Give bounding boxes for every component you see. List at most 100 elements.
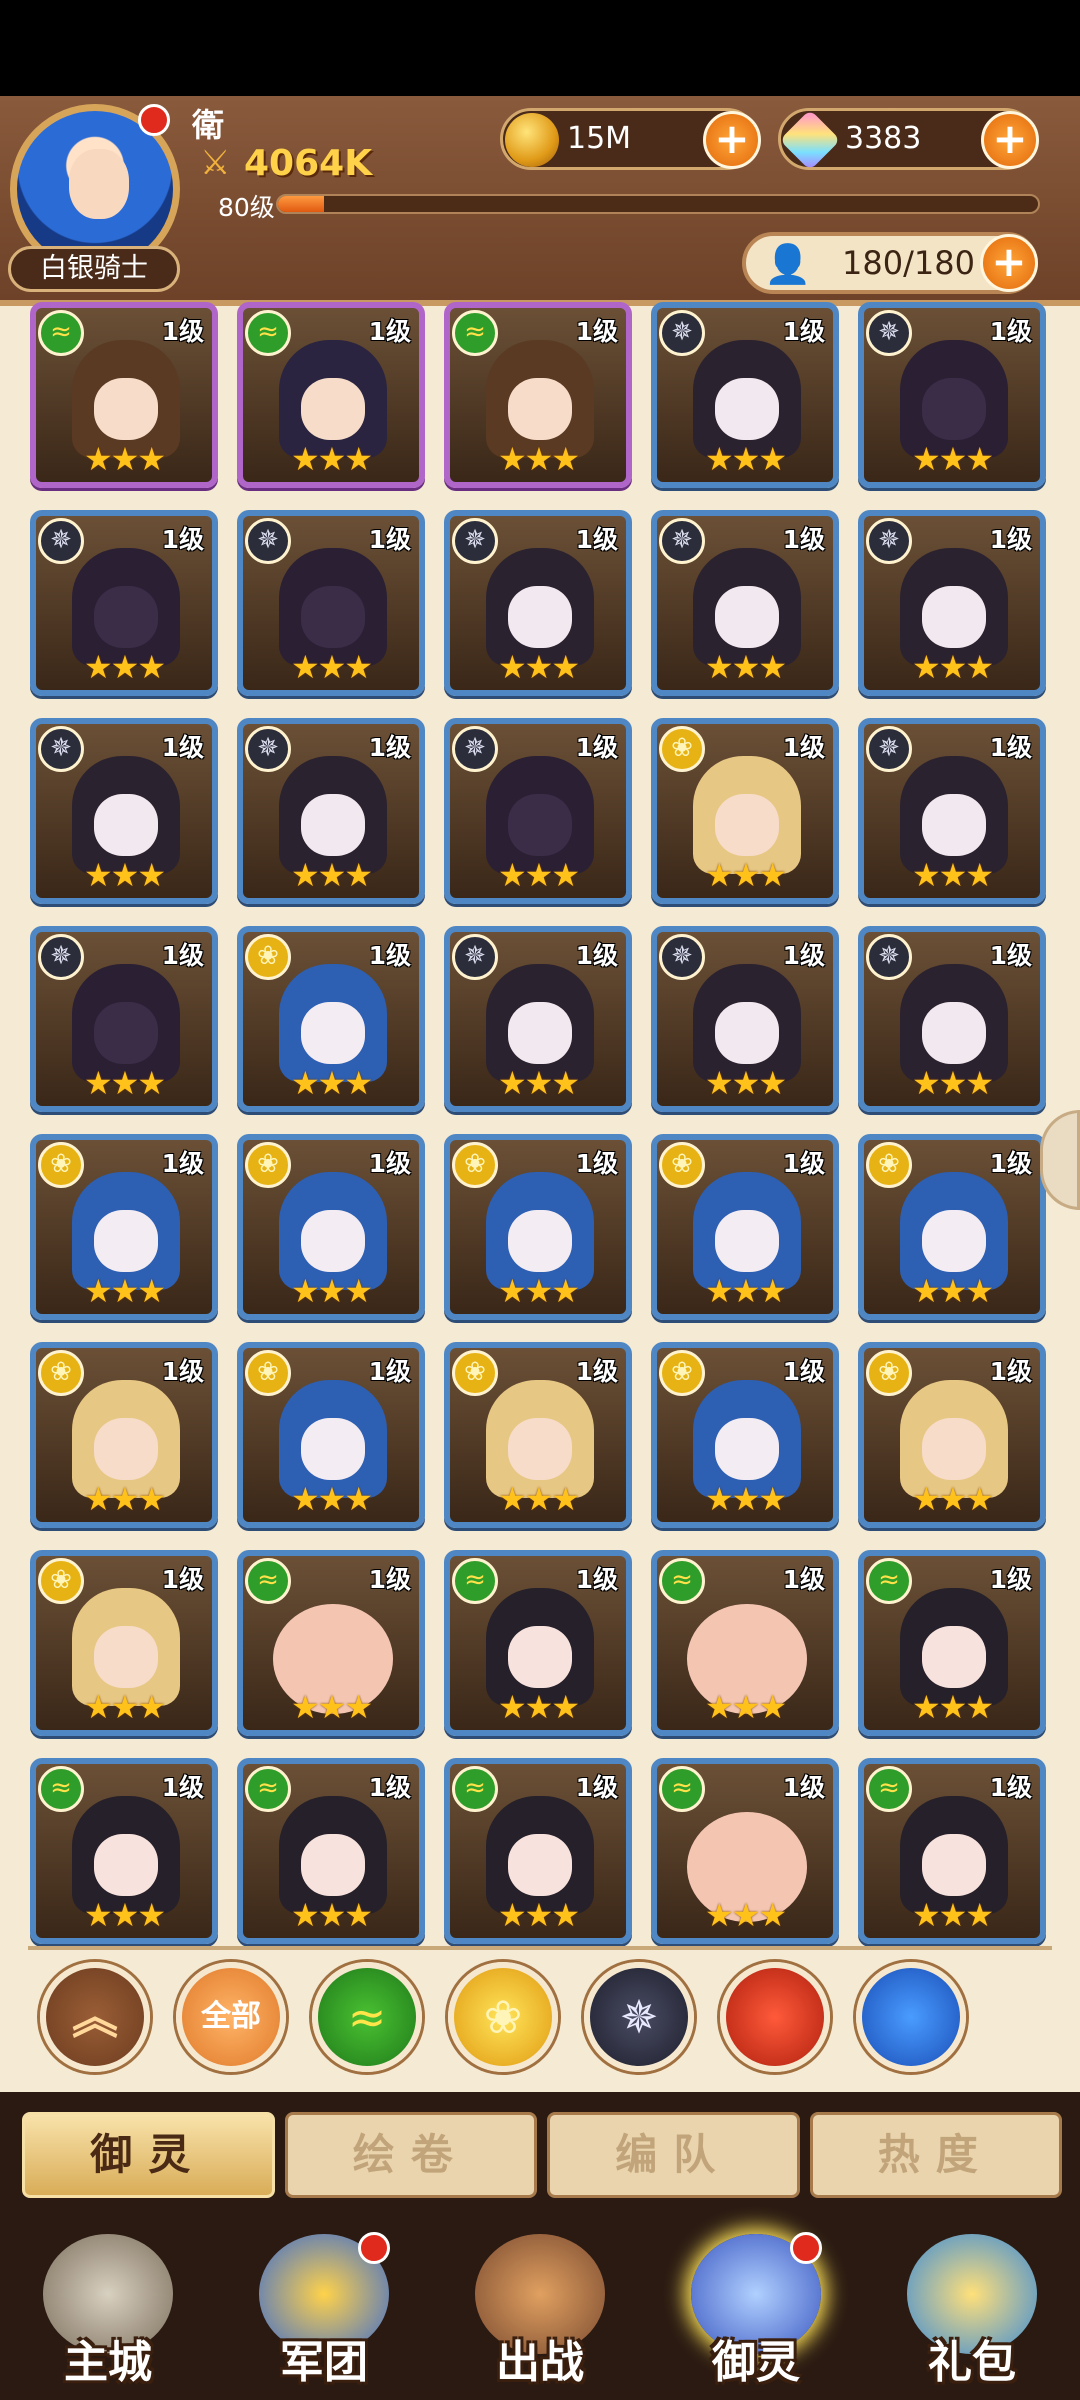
- nav-legion[interactable]: 军团: [216, 2224, 432, 2400]
- divider: [28, 1946, 1052, 1950]
- spirit-card[interactable]: ≈1级 ★★★: [30, 302, 218, 488]
- spirit-card[interactable]: ❀ 1级 ★★★: [858, 1134, 1046, 1320]
- spirit-card[interactable]: ❀ 1级 ★★★: [651, 718, 839, 904]
- filter-fire-icon[interactable]: [720, 1962, 830, 2072]
- add-gold-button[interactable]: +: [703, 111, 761, 169]
- star-rating: ★★★: [911, 648, 994, 686]
- notification-dot: [358, 2232, 390, 2264]
- star-rating: ★★★: [83, 1896, 166, 1934]
- spirit-card[interactable]: ❀ 1级 ★★★: [237, 1134, 425, 1320]
- spirit-level: 1级: [575, 941, 618, 970]
- filter-all-button[interactable]: 全部: [176, 1962, 286, 2072]
- dark-faction-icon: ✵: [866, 726, 912, 772]
- filter-dark-icon[interactable]: ✵: [584, 1962, 694, 2072]
- nature-faction-icon: ≈: [38, 310, 84, 356]
- light-faction-icon: ❀: [245, 1350, 291, 1396]
- faction-filters: ︽ 全部 ≈ ❀ ✵: [40, 1962, 966, 2072]
- gold-counter: 15M +: [500, 108, 761, 170]
- spirit-card[interactable]: ≈1级 ★★★: [444, 1550, 632, 1736]
- spirit-card[interactable]: ≈1级 ★★★: [858, 1758, 1046, 1944]
- spirit-card[interactable]: ✵ 1级 ★★★: [444, 926, 632, 1112]
- spirit-face: [508, 794, 572, 856]
- add-gems-button[interactable]: +: [981, 111, 1039, 169]
- spirit-card[interactable]: ✵ 1级 ★★★: [30, 718, 218, 904]
- player-level: 80级: [218, 193, 275, 222]
- spirit-card[interactable]: ✵ 1级 ★★★: [30, 510, 218, 696]
- spirit-card[interactable]: ✵ 1级 ★★★: [651, 302, 839, 488]
- spirit-card[interactable]: ≈1级 ★★★: [651, 1758, 839, 1944]
- spirit-card[interactable]: ✵ 1级 ★★★: [858, 926, 1046, 1112]
- spirit-card[interactable]: ≈1级 ★★★: [444, 1758, 632, 1944]
- spirit-level: 1级: [161, 1149, 204, 1178]
- star-rating: ★★★: [704, 856, 787, 894]
- collapse-filter-button[interactable]: ︽: [40, 1962, 150, 2072]
- star-rating: ★★★: [704, 1480, 787, 1518]
- filter-water-icon[interactable]: [856, 1962, 966, 2072]
- dark-faction-icon: ✵: [38, 518, 84, 564]
- spirit-card[interactable]: ❀ 1级 ★★★: [858, 1342, 1046, 1528]
- spirit-grid: ≈1级 ★★★ ≈1级 ★★★ ≈1级 ★★★ ✵ 1级 ★★★ ✵ 1级 ★★★ ✵ 1级 ★★★ ✵ 1级 ★…: [26, 302, 1046, 1944]
- spirit-card[interactable]: ✵ 1级 ★★★: [651, 510, 839, 696]
- filter-light-icon[interactable]: ❀: [448, 1962, 558, 2072]
- tab-spirits[interactable]: 御灵: [22, 2112, 275, 2198]
- nav-main-city[interactable]: 主城: [0, 2224, 216, 2400]
- spirit-card[interactable]: ❀ 1级 ★★★: [237, 1342, 425, 1528]
- nature-faction-icon: ≈: [452, 1766, 498, 1812]
- person-icon: 👤: [764, 242, 812, 286]
- spirit-face: [94, 1002, 158, 1064]
- spirit-card[interactable]: ≈1级 ★★★: [237, 1758, 425, 1944]
- tab-formation[interactable]: 编队: [547, 2112, 800, 2198]
- spirit-face: [301, 1418, 365, 1480]
- spirit-card[interactable]: ✵ 1级 ★★★: [858, 510, 1046, 696]
- spirit-card[interactable]: ❀ 1级 ★★★: [237, 926, 425, 1112]
- nature-faction-icon: ≈: [452, 310, 498, 356]
- spirit-card[interactable]: ≈1级 ★★★: [237, 1550, 425, 1736]
- spirit-card[interactable]: ✵ 1级 ★★★: [858, 302, 1046, 488]
- spirit-card[interactable]: ❀ 1级 ★★★: [30, 1550, 218, 1736]
- spirit-card[interactable]: ✵ 1级 ★★★: [237, 510, 425, 696]
- star-rating: ★★★: [704, 1272, 787, 1310]
- spirit-card[interactable]: ✵ 1级 ★★★: [30, 926, 218, 1112]
- spirit-card[interactable]: ✵ 1级 ★★★: [651, 926, 839, 1112]
- spirit-card[interactable]: ✵ 1级 ★★★: [237, 718, 425, 904]
- star-rating: ★★★: [290, 440, 373, 478]
- spirit-face: [94, 586, 158, 648]
- light-faction-icon: ❀: [38, 1558, 84, 1604]
- spirit-card[interactable]: ≈1级 ★★★: [858, 1550, 1046, 1736]
- nav-gift[interactable]: 礼包: [864, 2224, 1080, 2400]
- spirit-card[interactable]: ❀ 1级 ★★★: [30, 1134, 218, 1320]
- side-expand-handle[interactable]: [1040, 1110, 1080, 1210]
- status-bar: [0, 0, 1080, 96]
- light-faction-icon: ❀: [452, 1350, 498, 1396]
- spirit-card[interactable]: ≈1级 ★★★: [651, 1550, 839, 1736]
- gem-value: 3383: [845, 121, 922, 156]
- spirit-card[interactable]: ❀ 1级 ★★★: [30, 1342, 218, 1528]
- spirit-card[interactable]: ✵ 1级 ★★★: [444, 718, 632, 904]
- spirit-card[interactable]: ❀ 1级 ★★★: [444, 1342, 632, 1528]
- spirit-level: 1级: [161, 525, 204, 554]
- spirit-card[interactable]: ❀ 1级 ★★★: [651, 1342, 839, 1528]
- spirit-face: [715, 378, 779, 440]
- spirit-card[interactable]: ≈1级 ★★★: [237, 302, 425, 488]
- spirit-face: [922, 1626, 986, 1688]
- tab-scrolls[interactable]: 绘卷: [284, 2112, 537, 2198]
- spirit-card[interactable]: ✵ 1级 ★★★: [444, 510, 632, 696]
- filter-nature-icon[interactable]: ≈: [312, 1962, 422, 2072]
- spirit-card[interactable]: ≈1级 ★★★: [30, 1758, 218, 1944]
- nav-spirits[interactable]: 御灵: [648, 2224, 864, 2400]
- spirit-face: [301, 378, 365, 440]
- dark-faction-icon: ✵: [866, 518, 912, 564]
- main-nav: 主城 军团 出战 御灵 礼包: [0, 2224, 1080, 2400]
- spirit-face: [715, 1002, 779, 1064]
- spirit-face: [922, 1418, 986, 1480]
- spirit-card[interactable]: ✵ 1级 ★★★: [858, 718, 1046, 904]
- tab-popularity[interactable]: 热度: [809, 2112, 1062, 2198]
- spirit-card[interactable]: ❀ 1级 ★★★: [651, 1134, 839, 1320]
- expand-capacity-button[interactable]: +: [980, 234, 1038, 292]
- spirit-card[interactable]: ≈1级 ★★★: [444, 302, 632, 488]
- star-rating: ★★★: [497, 1480, 580, 1518]
- spirit-level: 1级: [368, 1773, 411, 1802]
- spirit-face: [301, 1002, 365, 1064]
- spirit-card[interactable]: ❀ 1级 ★★★: [444, 1134, 632, 1320]
- nav-battle[interactable]: 出战: [432, 2224, 648, 2400]
